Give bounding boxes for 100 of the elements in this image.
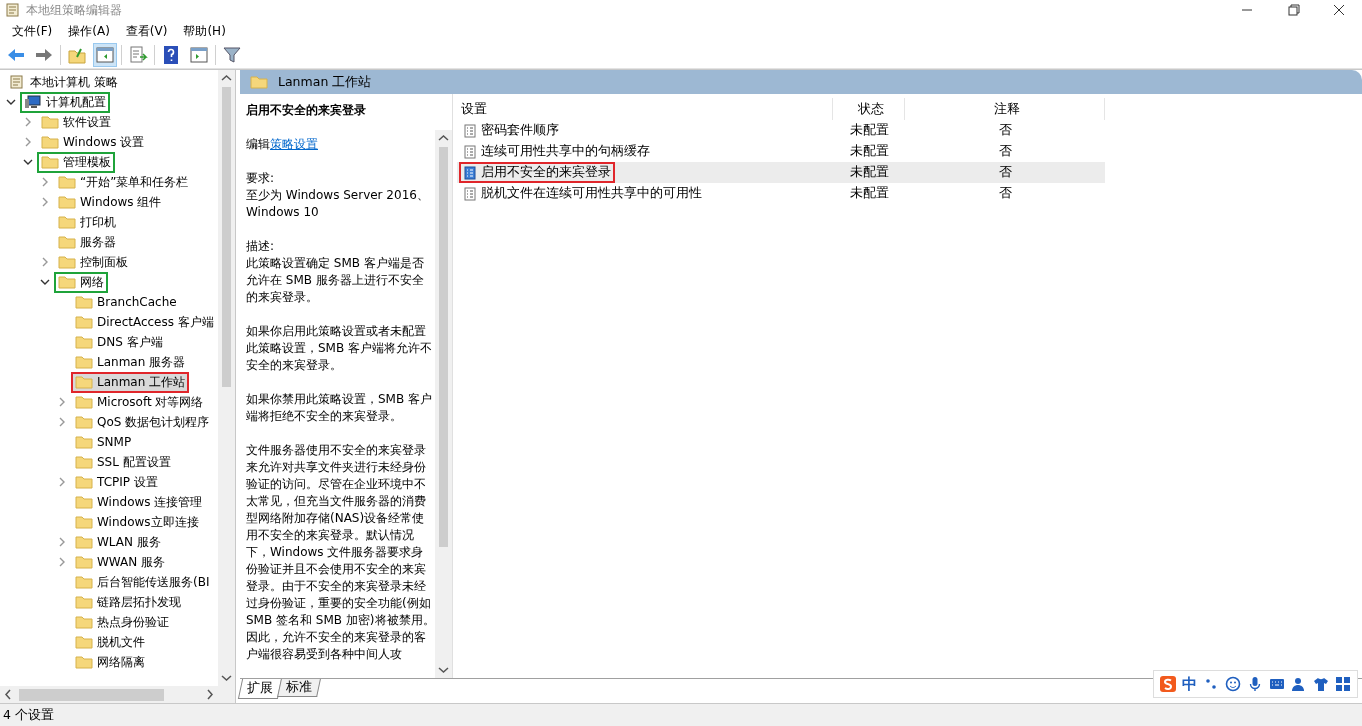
tree-item[interactable]: Windows 设置 xyxy=(37,131,149,153)
tree-item[interactable]: Microsoft 对等网络 xyxy=(71,391,208,413)
table-cell: 未配置 xyxy=(833,162,905,183)
ime-logo-icon[interactable] xyxy=(1160,676,1176,692)
tree-item[interactable]: WWAN 服务 xyxy=(71,551,170,573)
scrollbar-thumb[interactable] xyxy=(439,147,448,547)
folder-icon xyxy=(75,455,93,469)
folder-icon xyxy=(75,515,93,529)
section-heading: 要求: xyxy=(246,170,276,187)
tree-item[interactable]: Windows 组件 xyxy=(54,191,166,213)
folder-icon xyxy=(75,415,93,429)
policy-icon xyxy=(463,144,477,159)
menu-item[interactable]: 帮助(H) xyxy=(175,22,234,40)
section-heading: 描述: xyxy=(246,238,276,255)
setting-name: 密码套件顺序 xyxy=(459,120,563,141)
input-mode[interactable]: 中 xyxy=(1182,674,1197,694)
microphone-icon[interactable] xyxy=(1247,676,1263,692)
keyboard-icon[interactable] xyxy=(1269,676,1285,692)
tree-root[interactable]: 本地计算机 策略 xyxy=(4,71,122,93)
punctuation-icon[interactable] xyxy=(1203,676,1219,692)
description-paragraph: 如果你启用此策略设置或者未配置此策略设置，SMB 客户端将允许不安全的来宾登录。 xyxy=(246,323,434,374)
menu-item[interactable]: 查看(V) xyxy=(117,22,176,40)
folder-icon xyxy=(75,615,93,629)
tree-item[interactable]: 控制面板 xyxy=(54,251,132,273)
policy-icon xyxy=(463,186,477,201)
folder-icon xyxy=(75,595,93,609)
tree-item[interactable]: BranchCache xyxy=(71,293,181,311)
user-icon[interactable] xyxy=(1291,676,1307,692)
tree-item[interactable]: DNS 客户端 xyxy=(71,331,167,353)
tree-item[interactable]: 网络隔离 xyxy=(71,651,149,673)
setting-name: 启用不安全的来宾登录 xyxy=(459,162,615,183)
folder-icon xyxy=(75,335,93,349)
tree-item[interactable]: 网络 xyxy=(54,271,108,293)
column-header[interactable]: 设置 xyxy=(457,98,833,120)
column-header[interactable]: 注释 xyxy=(905,98,1105,120)
tree-item[interactable]: 打印机 xyxy=(54,211,120,233)
table-cell-text: 否 xyxy=(997,184,1013,202)
tree-item[interactable]: 服务器 xyxy=(54,231,120,253)
tree-item[interactable]: SSL 配置设置 xyxy=(71,451,175,473)
emoji-icon[interactable] xyxy=(1225,676,1241,692)
folder-icon xyxy=(75,535,93,549)
tree-item[interactable]: 热点身份验证 xyxy=(71,611,173,633)
folder-icon xyxy=(58,215,76,229)
description-paragraph: 此策略设置确定 SMB 客户端是否允许在 SMB 服务器上进行不安全的来宾登录。 xyxy=(246,255,425,306)
policy-selected-icon xyxy=(463,165,477,180)
setting-name: 连续可用性共享中的句柄缓存 xyxy=(459,141,654,162)
folder-icon xyxy=(75,575,93,589)
tree-item[interactable]: “开始”菜单和任务栏 xyxy=(54,171,193,193)
tree-item[interactable]: Lanman 工作站 xyxy=(71,371,190,393)
folder-icon xyxy=(75,635,93,649)
table-row[interactable]: 连续可用性共享中的句柄缓存 xyxy=(457,141,833,162)
status-text: 4 个设置 xyxy=(3,706,54,724)
table-row[interactable]: 启用不安全的来宾登录 xyxy=(457,162,833,183)
tree-item[interactable]: 软件设置 xyxy=(37,111,115,133)
tree-item[interactable]: 计算机配置 xyxy=(20,91,110,113)
tree-item[interactable]: 脱机文件 xyxy=(71,631,149,653)
policy-settings-link[interactable]: 策略设置 xyxy=(270,137,318,151)
folder-icon xyxy=(75,655,93,669)
tree-item[interactable]: Windows立即连接 xyxy=(71,511,203,533)
folder-icon xyxy=(58,175,76,189)
tree-item[interactable]: SNMP xyxy=(71,433,136,451)
pane-title: Lanman 工作站 xyxy=(278,73,372,91)
folder-icon xyxy=(75,475,93,489)
tree-item[interactable]: WLAN 服务 xyxy=(71,531,165,553)
folder-icon xyxy=(75,395,93,409)
scroll-icon xyxy=(8,75,26,89)
folder-icon xyxy=(75,375,93,389)
scrollbar-thumb[interactable] xyxy=(222,87,231,387)
tree-item[interactable]: 管理模板 xyxy=(37,151,115,173)
tree-item[interactable]: QoS 数据包计划程序 xyxy=(71,411,214,433)
grid-icon[interactable] xyxy=(1335,676,1351,692)
table-row[interactable]: 密码套件顺序 xyxy=(457,120,833,141)
tree-item[interactable]: Windows 连接管理 xyxy=(71,491,207,513)
menu-item[interactable]: 操作(A) xyxy=(60,22,118,40)
folder-icon xyxy=(75,435,93,449)
table-row[interactable]: 脱机文件在连续可用性共享中的可用性 xyxy=(457,183,833,204)
menu-item[interactable]: 文件(F) xyxy=(4,22,61,40)
description-paragraph: 至少为 Windows Server 2016、Windows 10 xyxy=(246,187,430,221)
tree-item[interactable]: Lanman 服务器 xyxy=(71,351,190,373)
pane-toggle-icon[interactable] xyxy=(93,43,117,67)
scroll-icon xyxy=(4,3,22,17)
folder-icon xyxy=(75,555,93,569)
view-tab[interactable]: 标准 xyxy=(277,679,321,697)
tree-item[interactable]: DirectAccess 客户端 xyxy=(71,311,218,333)
table-cell-text: 未配置 xyxy=(848,121,890,139)
shirt-icon[interactable] xyxy=(1313,676,1329,692)
table-cell: 否 xyxy=(905,162,1105,183)
policy-title: 启用不安全的来宾登录 xyxy=(246,102,367,119)
tree-item[interactable]: 链路层拓扑发现 xyxy=(71,591,185,613)
folder-icon xyxy=(250,75,268,89)
column-header[interactable]: 状态 xyxy=(833,98,905,120)
view-tab[interactable]: 扩展 xyxy=(237,679,283,699)
tree-item[interactable]: 后台智能传送服务(BI xyxy=(71,571,214,593)
edit-policy-text: 编辑策略设置 xyxy=(246,136,319,153)
scrollbar-thumb[interactable] xyxy=(19,688,164,701)
setting-name: 脱机文件在连续可用性共享中的可用性 xyxy=(459,183,706,204)
folder-icon xyxy=(75,315,93,329)
description-paragraph: 如果你禁用此策略设置，SMB 客户端将拒绝不安全的来宾登录。 xyxy=(246,391,434,425)
table-cell-text: 否 xyxy=(997,142,1013,160)
tree-item[interactable]: TCPIP 设置 xyxy=(71,471,162,493)
